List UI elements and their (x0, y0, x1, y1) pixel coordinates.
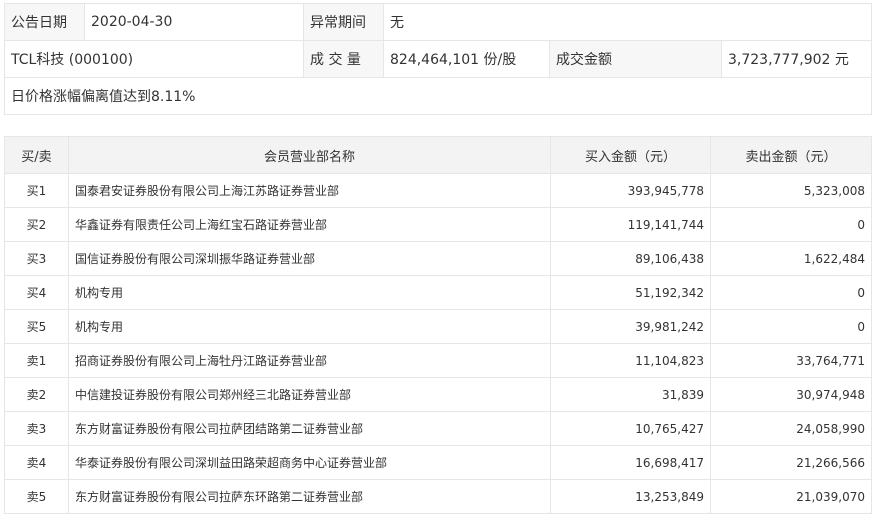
row-side: 买3 (4, 241, 69, 276)
trading-seats-table: 买/卖 会员营业部名称 买入金额（元） 卖出金额（元） 买1 国泰君安证券股份有… (4, 136, 872, 514)
turnover-value: 3,723,777,902 元 (721, 40, 872, 78)
row-buy-amount: 13,253,849 (550, 479, 711, 514)
row-buy-amount: 16,698,417 (550, 445, 711, 480)
row-side: 买2 (4, 207, 69, 242)
row-sell-amount: 0 (710, 275, 872, 310)
announce-date-value: 2020-04-30 (84, 3, 304, 41)
row-side: 卖5 (4, 479, 69, 514)
row-buy-amount: 89,106,438 (550, 241, 711, 276)
row-sell-amount: 24,058,990 (710, 411, 872, 446)
table-row: 买1 国泰君安证券股份有限公司上海江苏路证券营业部 393,945,778 5,… (4, 173, 872, 208)
row-branch: 华泰证券股份有限公司深圳益田路荣超商务中心证券营业部 (68, 445, 551, 480)
row-buy-amount: 31,839 (550, 377, 711, 412)
row-buy-amount: 51,192,342 (550, 275, 711, 310)
header-buy-amount: 买入金额（元） (550, 136, 711, 174)
listing-reason: 日价格涨幅偏离值达到8.11% (4, 77, 872, 115)
table-row: 卖3 东方财富证券股份有限公司拉萨团结路第二证券营业部 10,765,427 2… (4, 411, 872, 446)
row-branch: 东方财富证券股份有限公司拉萨团结路第二证券营业部 (68, 411, 551, 446)
row-sell-amount: 21,266,566 (710, 445, 872, 480)
row-side: 买5 (4, 309, 69, 344)
row-buy-amount: 11,104,823 (550, 343, 711, 378)
announce-date-label: 公告日期 (4, 3, 85, 41)
info-row-date: 公告日期 2020-04-30 异常期间 无 (4, 3, 872, 41)
table-row: 卖1 招商证券股份有限公司上海牡丹江路证券营业部 11,104,823 33,7… (4, 343, 872, 378)
table-row: 卖4 华泰证券股份有限公司深圳益田路荣超商务中心证券营业部 16,698,417… (4, 445, 872, 480)
row-side: 买1 (4, 173, 69, 208)
abnormal-period-label: 异常期间 (303, 3, 384, 41)
info-row-stats: TCL科技 (000100) 成 交 量 824,464,101 份/股 成交金… (4, 40, 872, 78)
stock-name: TCL科技 (000100) (4, 40, 304, 78)
row-branch: 机构专用 (68, 275, 551, 310)
table-row: 卖5 东方财富证券股份有限公司拉萨东环路第二证券营业部 13,253,849 2… (4, 479, 872, 514)
volume-label: 成 交 量 (303, 40, 384, 78)
row-side: 卖1 (4, 343, 69, 378)
abnormal-period-value: 无 (383, 3, 872, 41)
volume-value: 824,464,101 份/股 (383, 40, 550, 78)
announcement-info-table: 公告日期 2020-04-30 异常期间 无 TCL科技 (000100) 成 … (4, 3, 872, 115)
header-side: 买/卖 (4, 136, 69, 174)
turnover-label: 成交金额 (549, 40, 722, 78)
row-branch: 中信建投证券股份有限公司郑州经三北路证券营业部 (68, 377, 551, 412)
table-row: 买4 机构专用 51,192,342 0 (4, 275, 872, 310)
row-buy-amount: 10,765,427 (550, 411, 711, 446)
row-sell-amount: 1,622,484 (710, 241, 872, 276)
row-sell-amount: 21,039,070 (710, 479, 872, 514)
info-row-reason: 日价格涨幅偏离值达到8.11% (4, 77, 872, 115)
table-row: 买5 机构专用 39,981,242 0 (4, 309, 872, 344)
row-side: 卖3 (4, 411, 69, 446)
row-side: 卖2 (4, 377, 69, 412)
row-sell-amount: 0 (710, 309, 872, 344)
row-buy-amount: 39,981,242 (550, 309, 711, 344)
table-row: 卖2 中信建投证券股份有限公司郑州经三北路证券营业部 31,839 30,974… (4, 377, 872, 412)
row-sell-amount: 33,764,771 (710, 343, 872, 378)
row-sell-amount: 0 (710, 207, 872, 242)
table-row: 买2 华鑫证券有限责任公司上海红宝石路证券营业部 119,141,744 0 (4, 207, 872, 242)
row-branch: 机构专用 (68, 309, 551, 344)
row-branch: 国泰君安证券股份有限公司上海江苏路证券营业部 (68, 173, 551, 208)
row-branch: 国信证券股份有限公司深圳振华路证券营业部 (68, 241, 551, 276)
row-buy-amount: 393,945,778 (550, 173, 711, 208)
row-branch: 招商证券股份有限公司上海牡丹江路证券营业部 (68, 343, 551, 378)
row-branch: 东方财富证券股份有限公司拉萨东环路第二证券营业部 (68, 479, 551, 514)
row-sell-amount: 30,974,948 (710, 377, 872, 412)
row-sell-amount: 5,323,008 (710, 173, 872, 208)
header-sell-amount: 卖出金额（元） (710, 136, 872, 174)
table-row: 买3 国信证券股份有限公司深圳振华路证券营业部 89,106,438 1,622… (4, 241, 872, 276)
row-side: 买4 (4, 275, 69, 310)
row-buy-amount: 119,141,744 (550, 207, 711, 242)
row-side: 卖4 (4, 445, 69, 480)
table-header-row: 买/卖 会员营业部名称 买入金额（元） 卖出金额（元） (4, 136, 872, 174)
row-branch: 华鑫证券有限责任公司上海红宝石路证券营业部 (68, 207, 551, 242)
header-branch: 会员营业部名称 (68, 136, 551, 174)
